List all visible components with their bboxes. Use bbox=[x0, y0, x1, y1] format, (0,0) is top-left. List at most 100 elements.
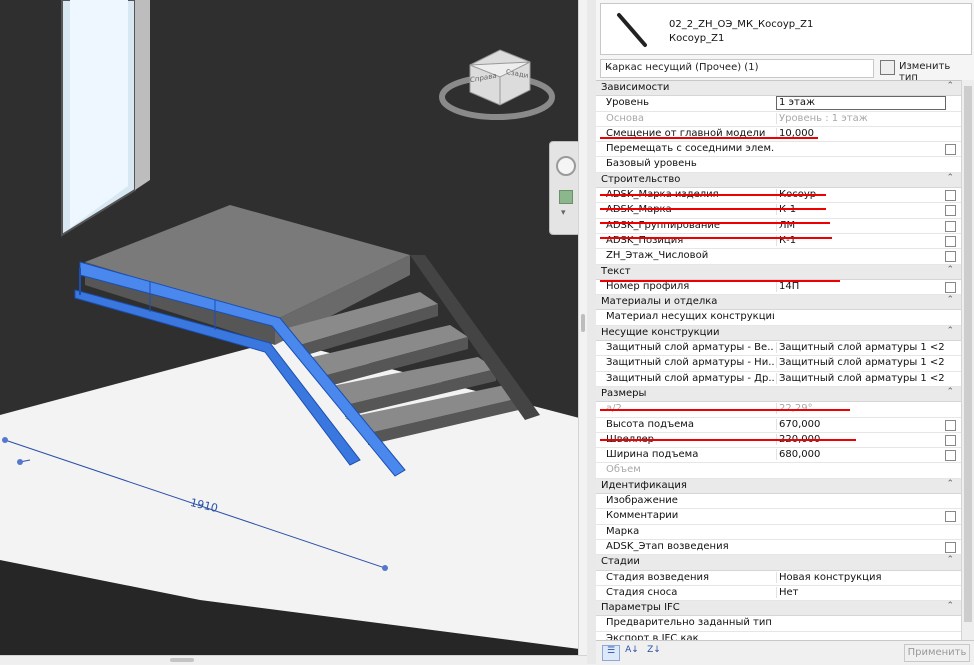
collapse-icon[interactable]: ⌃ bbox=[946, 81, 954, 91]
checkbox[interactable] bbox=[945, 281, 956, 293]
property-group-header[interactable]: Текст ⌃ bbox=[596, 264, 974, 280]
property-row[interactable]: Защитный слой арматуры - Др... Защитный с… bbox=[596, 372, 974, 387]
panel-splitter[interactable] bbox=[587, 0, 596, 664]
collapse-icon[interactable]: ⌃ bbox=[946, 295, 954, 305]
property-row[interactable]: Номер профиля 14П bbox=[596, 280, 974, 296]
property-value[interactable]: 670,000 bbox=[776, 418, 945, 430]
checkbox[interactable] bbox=[945, 220, 956, 232]
property-row[interactable]: ADSK_Группирование ЛМ bbox=[596, 219, 974, 234]
property-value[interactable]: Защитный слой арматуры 1 <25... bbox=[776, 372, 945, 384]
property-value[interactable]: 14П bbox=[776, 280, 945, 292]
property-value[interactable]: Защитный слой арматуры 1 <25... bbox=[776, 342, 945, 354]
collapse-icon[interactable]: ⌃ bbox=[946, 326, 954, 336]
property-name: Защитный слой арматуры - Ве... bbox=[606, 342, 774, 354]
group-title: Текст bbox=[601, 265, 631, 277]
collapse-icon[interactable]: ⌃ bbox=[946, 387, 954, 397]
property-row[interactable]: Основа Уровень : 1 этаж bbox=[596, 112, 974, 127]
property-name: Высота подъема bbox=[606, 418, 694, 430]
viewport-vertical-scrollbar[interactable] bbox=[578, 0, 587, 656]
collapse-icon[interactable]: ⌃ bbox=[946, 601, 954, 611]
edit-type-icon bbox=[880, 60, 895, 75]
collapse-icon[interactable]: ⌃ bbox=[946, 479, 954, 489]
property-row[interactable]: Стадия возведения Новая конструкция bbox=[596, 571, 974, 586]
checkbox[interactable] bbox=[945, 511, 956, 523]
property-value[interactable]: Защитный слой арматуры 1 <25... bbox=[776, 357, 945, 369]
property-group-header[interactable]: Зависимости ⌃ bbox=[596, 81, 974, 97]
property-name: Изображение bbox=[606, 495, 678, 507]
property-row[interactable]: Марка bbox=[596, 525, 974, 540]
checkbox[interactable] bbox=[945, 144, 956, 156]
collapse-icon[interactable]: ⌃ bbox=[946, 555, 954, 565]
stair-model-view[interactable] bbox=[0, 0, 587, 664]
property-group-header[interactable]: Строительство ⌃ bbox=[596, 172, 974, 189]
collapse-icon[interactable]: ⌃ bbox=[946, 173, 954, 183]
viewport-horizontal-scrollbar[interactable] bbox=[0, 655, 587, 664]
property-row[interactable]: Защитный слой арматуры - Ве... Защитный с… bbox=[596, 341, 974, 357]
collapse-icon[interactable]: ⌃ bbox=[946, 265, 954, 275]
property-grid-scrollbar[interactable] bbox=[961, 80, 974, 640]
property-row[interactable]: Высота подъема 670,000 bbox=[596, 418, 974, 433]
3d-viewport[interactable]: Справа Сзади 1910 ▾ bbox=[0, 0, 587, 664]
checkbox[interactable] bbox=[945, 541, 956, 553]
property-row[interactable]: Стадия сноса Нет bbox=[596, 586, 974, 602]
group-title: Материалы и отделка bbox=[601, 296, 718, 308]
checkbox[interactable] bbox=[945, 205, 956, 217]
property-row[interactable]: Смещение от главной модели 10,000 bbox=[596, 127, 974, 143]
navigation-bar[interactable]: ▾ bbox=[549, 141, 581, 235]
category-filter-select[interactable]: Каркас несущий (Прочее) (1) ⌄ bbox=[600, 59, 874, 78]
property-row[interactable]: ADSK_Марка К-1 bbox=[596, 203, 974, 219]
property-group-header[interactable]: Стадии ⌃ bbox=[596, 555, 974, 571]
sort-ascending-icon[interactable]: A↓ bbox=[624, 645, 640, 659]
steering-wheel-icon[interactable] bbox=[556, 156, 576, 176]
group-title: Строительство bbox=[601, 173, 681, 185]
group-title: Идентификация bbox=[601, 479, 687, 491]
annotation-underline bbox=[600, 222, 830, 224]
sort-descending-icon[interactable]: Z↓ bbox=[646, 645, 662, 659]
checkbox[interactable] bbox=[945, 190, 956, 202]
property-group-header[interactable]: Материалы и отделка ⌃ bbox=[596, 295, 974, 311]
stringer-thumbnail-icon bbox=[617, 13, 647, 47]
property-row[interactable]: Объем bbox=[596, 463, 974, 479]
property-value[interactable]: Новая конструкция bbox=[776, 571, 945, 583]
property-group-header[interactable]: Несущие конструкции ⌃ bbox=[596, 325, 974, 342]
property-name: Ширина подъема bbox=[606, 449, 699, 461]
checkbox[interactable] bbox=[945, 235, 956, 247]
property-grid[interactable]: Зависимости ⌃ Уровень 1 этаж Основа Уровень :… bbox=[596, 80, 974, 641]
property-row[interactable]: Базовый уровень bbox=[596, 157, 974, 173]
property-row[interactable]: Материал несущих конструкций bbox=[596, 310, 974, 326]
property-row[interactable]: Комментарии bbox=[596, 509, 974, 525]
property-row[interactable]: Предварительно заданный тип I... bbox=[596, 616, 974, 632]
chevron-down-icon[interactable]: ⌄ bbox=[605, 61, 869, 72]
property-row[interactable]: Защитный слой арматуры - Ни... Защитный с… bbox=[596, 356, 974, 372]
property-row[interactable]: Перемещать с соседними элем... bbox=[596, 142, 974, 158]
property-value[interactable]: Нет bbox=[776, 586, 945, 598]
annotation-underline bbox=[600, 237, 832, 239]
property-group-header[interactable]: Размеры ⌃ bbox=[596, 386, 974, 403]
property-group-header[interactable]: Параметры IFC ⌃ bbox=[596, 601, 974, 617]
apply-button[interactable]: Применить bbox=[904, 644, 970, 662]
property-value[interactable]: 1 этаж bbox=[776, 96, 946, 111]
property-value: Уровень : 1 этаж bbox=[776, 112, 945, 124]
annotation-underline bbox=[600, 194, 826, 196]
checkbox[interactable] bbox=[945, 251, 956, 263]
property-name: Материал несущих конструкций bbox=[606, 311, 774, 323]
property-value[interactable]: 680,000 bbox=[776, 449, 945, 461]
zoom-icon[interactable] bbox=[559, 190, 573, 204]
checkbox[interactable] bbox=[945, 419, 956, 431]
categorized-view-icon[interactable]: ☰ bbox=[602, 645, 620, 661]
property-row[interactable]: ZH_Этаж_Числовой bbox=[596, 249, 974, 265]
property-group-header[interactable]: Идентификация ⌃ bbox=[596, 478, 974, 495]
checkbox[interactable] bbox=[945, 434, 956, 446]
checkbox[interactable] bbox=[945, 450, 956, 462]
property-row[interactable]: ADSK_Этап возведения bbox=[596, 540, 974, 556]
property-name: Объем bbox=[606, 464, 641, 476]
edit-type-button[interactable]: Изменить тип bbox=[878, 59, 970, 83]
property-name: Стадия сноса bbox=[606, 586, 678, 598]
property-row[interactable]: Уровень 1 этаж bbox=[596, 96, 974, 112]
property-row[interactable]: Изображение bbox=[596, 494, 974, 510]
annotation-underline bbox=[600, 137, 818, 139]
chevron-down-icon[interactable]: ▾ bbox=[561, 208, 566, 218]
type-selector[interactable]: 02_2_ZH_ОЭ_МК_Косоур_Z1 Косоур_Z1 bbox=[600, 3, 972, 55]
property-row[interactable]: Ширина подъема 680,000 bbox=[596, 448, 974, 464]
property-name: Защитный слой арматуры - Др... bbox=[606, 372, 774, 384]
